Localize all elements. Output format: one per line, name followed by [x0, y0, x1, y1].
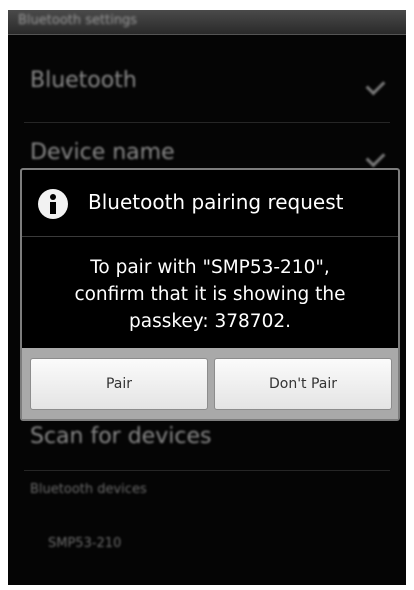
title-bar: Bluetooth settings [8, 10, 406, 35]
checkbox-checked-icon[interactable] [365, 147, 386, 168]
dialog-title-divider [22, 236, 398, 237]
scan-devices-label: Scan for devices [30, 424, 212, 449]
info-icon [38, 189, 68, 219]
message-line: passkey: 378702. [128, 311, 291, 332]
setting-bluetooth[interactable]: Bluetooth [8, 60, 406, 110]
setting-scan-devices[interactable]: Scan for devices [8, 420, 406, 460]
pairing-dialog: Bluetooth pairing request To pair with "… [20, 168, 400, 421]
device-list-item-label: SMP53-210 [48, 536, 122, 551]
dialog-message: To pair with "SMP53-210", confirm that i… [22, 254, 398, 335]
section-header-label: Bluetooth devices [30, 482, 147, 497]
message-line: To pair with "SMP53-210", [90, 257, 330, 278]
section-header: Bluetooth devices [8, 478, 406, 502]
divider [24, 122, 390, 123]
dont-pair-button[interactable]: Don't Pair [214, 358, 392, 410]
dialog-title: Bluetooth pairing request [88, 190, 344, 214]
dialog-header: Bluetooth pairing request [22, 170, 398, 236]
setting-bluetooth-label: Bluetooth [30, 68, 137, 93]
message-line: confirm that it is showing the [74, 284, 346, 305]
setting-device-name-label: Device name [30, 140, 175, 165]
checkbox-checked-icon[interactable] [365, 75, 386, 96]
pair-button[interactable]: Pair [30, 358, 208, 410]
dialog-button-bar: Pair Don't Pair [22, 348, 398, 419]
divider [24, 470, 390, 471]
title-bar-label: Bluetooth settings [18, 13, 138, 28]
device-list-item[interactable]: SMP53-210 [8, 530, 406, 560]
